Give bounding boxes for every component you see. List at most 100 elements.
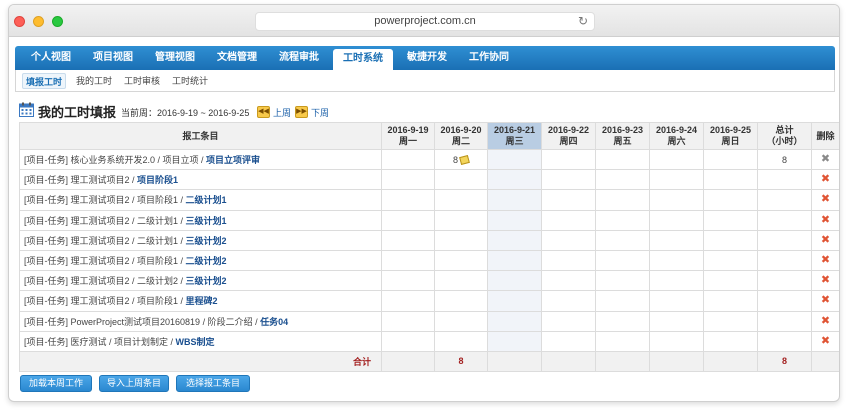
work-item-link[interactable]: 三级计划1 (186, 216, 227, 226)
nav-item-project-view[interactable]: 项目视图 (87, 46, 139, 70)
select-items-button[interactable]: 选择报工条目 (176, 375, 250, 392)
work-item-link[interactable]: WBS制定 (176, 337, 215, 347)
hours-cell[interactable] (595, 209, 650, 231)
hours-cell[interactable] (541, 330, 596, 352)
hours-cell[interactable] (541, 169, 596, 191)
double-right-arrow-icon[interactable]: ▶▶ (295, 106, 308, 118)
hours-cell[interactable] (703, 270, 758, 292)
hours-cell[interactable] (487, 330, 542, 352)
double-left-arrow-icon[interactable]: ◀◀ (257, 106, 270, 118)
hours-cell[interactable] (487, 270, 542, 292)
hours-cell[interactable] (703, 148, 758, 171)
hours-cell[interactable] (649, 189, 704, 211)
hours-cell[interactable] (703, 189, 758, 211)
delete-icon[interactable]: ✖ (821, 174, 830, 185)
hours-cell[interactable] (487, 229, 542, 251)
hours-cell[interactable] (434, 209, 488, 231)
hours-cell[interactable] (595, 229, 650, 251)
hours-cell[interactable] (595, 169, 650, 191)
hours-cell[interactable] (381, 169, 435, 191)
close-window-button[interactable] (14, 16, 25, 27)
hours-cell[interactable] (381, 209, 435, 231)
next-week-link[interactable]: 下周 (311, 106, 329, 119)
prev-week-link[interactable]: 上周 (273, 106, 291, 119)
hours-cell[interactable] (703, 169, 758, 191)
hours-cell[interactable] (541, 290, 596, 312)
nav-item-work-collaboration[interactable]: 工作协同 (463, 46, 515, 70)
subnav-timesheet-stats[interactable]: 工时统计 (170, 73, 210, 89)
hours-cell[interactable] (381, 290, 435, 312)
delete-icon[interactable]: ✖ (821, 335, 830, 347)
hours-cell[interactable] (595, 330, 650, 352)
hours-cell[interactable] (381, 330, 435, 352)
nav-item-workflow-approval[interactable]: 流程审批 (273, 46, 325, 70)
hours-cell[interactable] (487, 148, 542, 171)
delete-icon[interactable]: ✖ (821, 255, 830, 266)
hours-cell[interactable] (487, 290, 542, 312)
work-item-link[interactable]: 二级计划1 (186, 195, 227, 205)
hours-cell[interactable] (541, 249, 596, 272)
hours-cell[interactable] (703, 229, 758, 251)
work-item-link[interactable]: 项目立项评审 (206, 155, 260, 165)
import-last-week-button[interactable]: 导入上周条目 (99, 375, 169, 392)
hours-cell[interactable] (649, 330, 704, 352)
hours-cell[interactable] (541, 310, 596, 332)
hours-cell[interactable] (649, 270, 704, 292)
hours-cell[interactable] (649, 229, 704, 251)
hours-cell[interactable] (487, 169, 542, 191)
hours-cell[interactable]: 8 (434, 148, 488, 171)
hours-cell[interactable] (381, 270, 435, 292)
hours-cell[interactable] (541, 229, 596, 251)
delete-icon[interactable]: ✖ (821, 234, 830, 246)
hours-cell[interactable] (541, 209, 596, 231)
hours-cell[interactable] (381, 249, 435, 272)
hours-cell[interactable] (487, 249, 542, 272)
nav-item-personal-view[interactable]: 个人视图 (25, 46, 77, 70)
hours-cell[interactable] (434, 270, 488, 292)
hours-cell[interactable] (649, 209, 704, 231)
hours-cell[interactable] (649, 310, 704, 332)
hours-cell[interactable] (434, 310, 488, 332)
delete-icon[interactable]: ✖ (821, 275, 830, 286)
hours-cell[interactable] (434, 189, 488, 211)
work-item-link[interactable]: 任务04 (260, 317, 288, 327)
subnav-my-timesheet[interactable]: 我的工时 (74, 73, 114, 89)
hours-cell[interactable] (595, 310, 650, 332)
address-bar[interactable]: powerproject.com.cn ↻ (255, 12, 595, 31)
hours-cell[interactable] (703, 290, 758, 312)
hours-cell[interactable] (541, 270, 596, 292)
hours-cell[interactable] (595, 290, 650, 312)
hours-cell[interactable] (703, 249, 758, 272)
hours-cell[interactable] (434, 290, 488, 312)
minimize-window-button[interactable] (33, 16, 44, 27)
hours-cell[interactable] (487, 209, 542, 231)
hours-cell[interactable] (595, 249, 650, 272)
hours-cell[interactable] (434, 330, 488, 352)
hours-cell[interactable] (649, 148, 704, 171)
hours-cell[interactable] (434, 169, 488, 191)
hours-cell[interactable] (381, 229, 435, 251)
delete-icon[interactable]: ✖ (821, 295, 830, 306)
work-item-link[interactable]: 项目阶段1 (137, 175, 178, 185)
subnav-fill-timesheet[interactable]: 填报工时 (22, 73, 66, 89)
hours-cell[interactable] (595, 189, 650, 211)
hours-cell[interactable] (541, 148, 596, 171)
hours-cell[interactable] (487, 310, 542, 332)
reload-icon[interactable]: ↻ (578, 13, 588, 30)
maximize-window-button[interactable] (52, 16, 63, 27)
hours-cell[interactable] (649, 249, 704, 272)
hours-cell[interactable] (649, 169, 704, 191)
delete-icon[interactable]: ✖ (821, 315, 830, 327)
hours-cell[interactable] (381, 148, 435, 171)
hours-cell[interactable] (595, 270, 650, 292)
nav-item-management-view[interactable]: 管理视图 (149, 46, 201, 70)
hours-cell[interactable] (703, 310, 758, 332)
work-item-link[interactable]: 里程碑2 (186, 296, 218, 306)
delete-icon[interactable]: ✖ (821, 194, 830, 205)
nav-item-agile-development[interactable]: 敏捷开发 (401, 46, 453, 70)
hours-cell[interactable] (487, 189, 542, 211)
hours-cell[interactable] (434, 229, 488, 251)
hours-cell[interactable] (434, 249, 488, 272)
hours-cell[interactable] (649, 290, 704, 312)
work-item-link[interactable]: 二级计划2 (186, 256, 227, 266)
